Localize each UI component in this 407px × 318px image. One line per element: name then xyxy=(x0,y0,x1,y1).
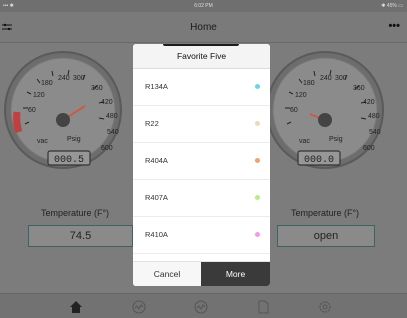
tick-label: 420 xyxy=(101,99,113,106)
vac-label: vac xyxy=(37,138,48,145)
refrigerant-label: R22 xyxy=(145,119,159,128)
home-icon[interactable] xyxy=(69,300,83,314)
more-button[interactable]: More xyxy=(201,262,270,286)
header-handle xyxy=(163,44,239,46)
color-dot-icon xyxy=(255,158,260,163)
tick-label: 360 xyxy=(91,85,103,92)
trend-icon-2[interactable] xyxy=(194,300,208,314)
refrigerant-label: R407A xyxy=(145,193,168,202)
navigation-bar: Home ••• xyxy=(0,12,407,43)
refrigerant-row[interactable]: R407A xyxy=(133,180,270,217)
refrigerant-row[interactable]: R410A xyxy=(133,217,270,254)
color-dot-icon xyxy=(255,84,260,89)
tick-label: 420 xyxy=(363,99,375,106)
tick-label: 120 xyxy=(33,92,45,99)
tick-label: 540 xyxy=(107,129,119,136)
color-dot-icon xyxy=(255,232,260,237)
tab-bar xyxy=(0,293,407,318)
tick-label: 240 xyxy=(58,75,70,82)
tick-label: 60 xyxy=(290,107,298,114)
right-pressure-gauge: 60 120 180 240 300 360 420 480 540 600 v… xyxy=(266,51,384,169)
favorite-five-dialog: Favorite Five R134A R22 R404A R407A R410… xyxy=(133,44,270,286)
tick-label: 300 xyxy=(73,75,85,82)
tick-label: 480 xyxy=(106,113,118,120)
temperature-value-right[interactable]: open xyxy=(277,225,375,247)
dialog-title: Favorite Five xyxy=(176,51,227,61)
tick-label: 360 xyxy=(353,85,365,92)
tick-label: 480 xyxy=(368,113,380,120)
temperature-value-left[interactable]: 74.5 xyxy=(28,225,133,247)
tick-label: 600 xyxy=(363,145,375,152)
settings-icon[interactable] xyxy=(318,300,332,314)
tick-label: 600 xyxy=(101,145,113,152)
tick-label: 540 xyxy=(369,129,381,136)
refrigerant-row[interactable]: R22 xyxy=(133,106,270,143)
more-options-icon[interactable]: ••• xyxy=(388,21,400,32)
tick-label: 240 xyxy=(320,75,332,82)
refrigerant-row[interactable]: R134A xyxy=(133,69,270,106)
tick-label: 180 xyxy=(303,80,315,87)
page-title: Home xyxy=(190,22,217,33)
app-screen: ••• ✱ 6:02 PM ✱ 45% ▭ Home ••• 60 120 18… xyxy=(0,0,407,318)
color-dot-icon xyxy=(255,121,260,126)
refrigerant-label: R134A xyxy=(145,82,168,91)
document-icon[interactable] xyxy=(256,300,270,314)
cancel-button[interactable]: Cancel xyxy=(133,262,202,286)
refrigerant-row[interactable]: R404A xyxy=(133,143,270,180)
left-pressure-gauge: 60 120 180 240 300 360 420 480 540 600 v… xyxy=(4,51,122,169)
gauge-readout: 000.0 xyxy=(304,155,334,166)
unit-label: Psig xyxy=(329,136,343,143)
temperature-label-right: Temperature (F°) xyxy=(290,208,360,218)
trend-icon[interactable] xyxy=(132,300,146,314)
gauge-readout: 000.5 xyxy=(54,155,84,166)
tick-label: 60 xyxy=(28,107,36,114)
tick-label: 120 xyxy=(295,92,307,99)
dialog-actions: Cancel More xyxy=(133,261,270,286)
refrigerant-label: R410A xyxy=(145,230,168,239)
refrigerant-label: R404A xyxy=(145,156,168,165)
vac-label: vac xyxy=(299,138,310,145)
temperature-label-left: Temperature (F°) xyxy=(40,208,110,218)
status-time: 6:02 PM xyxy=(194,3,213,9)
tick-label: 300 xyxy=(335,75,347,82)
color-dot-icon xyxy=(255,195,260,200)
unit-label: Psig xyxy=(67,136,81,143)
status-right: ✱ 45% ▭ xyxy=(381,3,403,9)
status-bar: ••• ✱ 6:02 PM ✱ 45% ▭ xyxy=(0,0,407,12)
dialog-header: Favorite Five xyxy=(133,44,270,69)
tick-label: 180 xyxy=(41,80,53,87)
